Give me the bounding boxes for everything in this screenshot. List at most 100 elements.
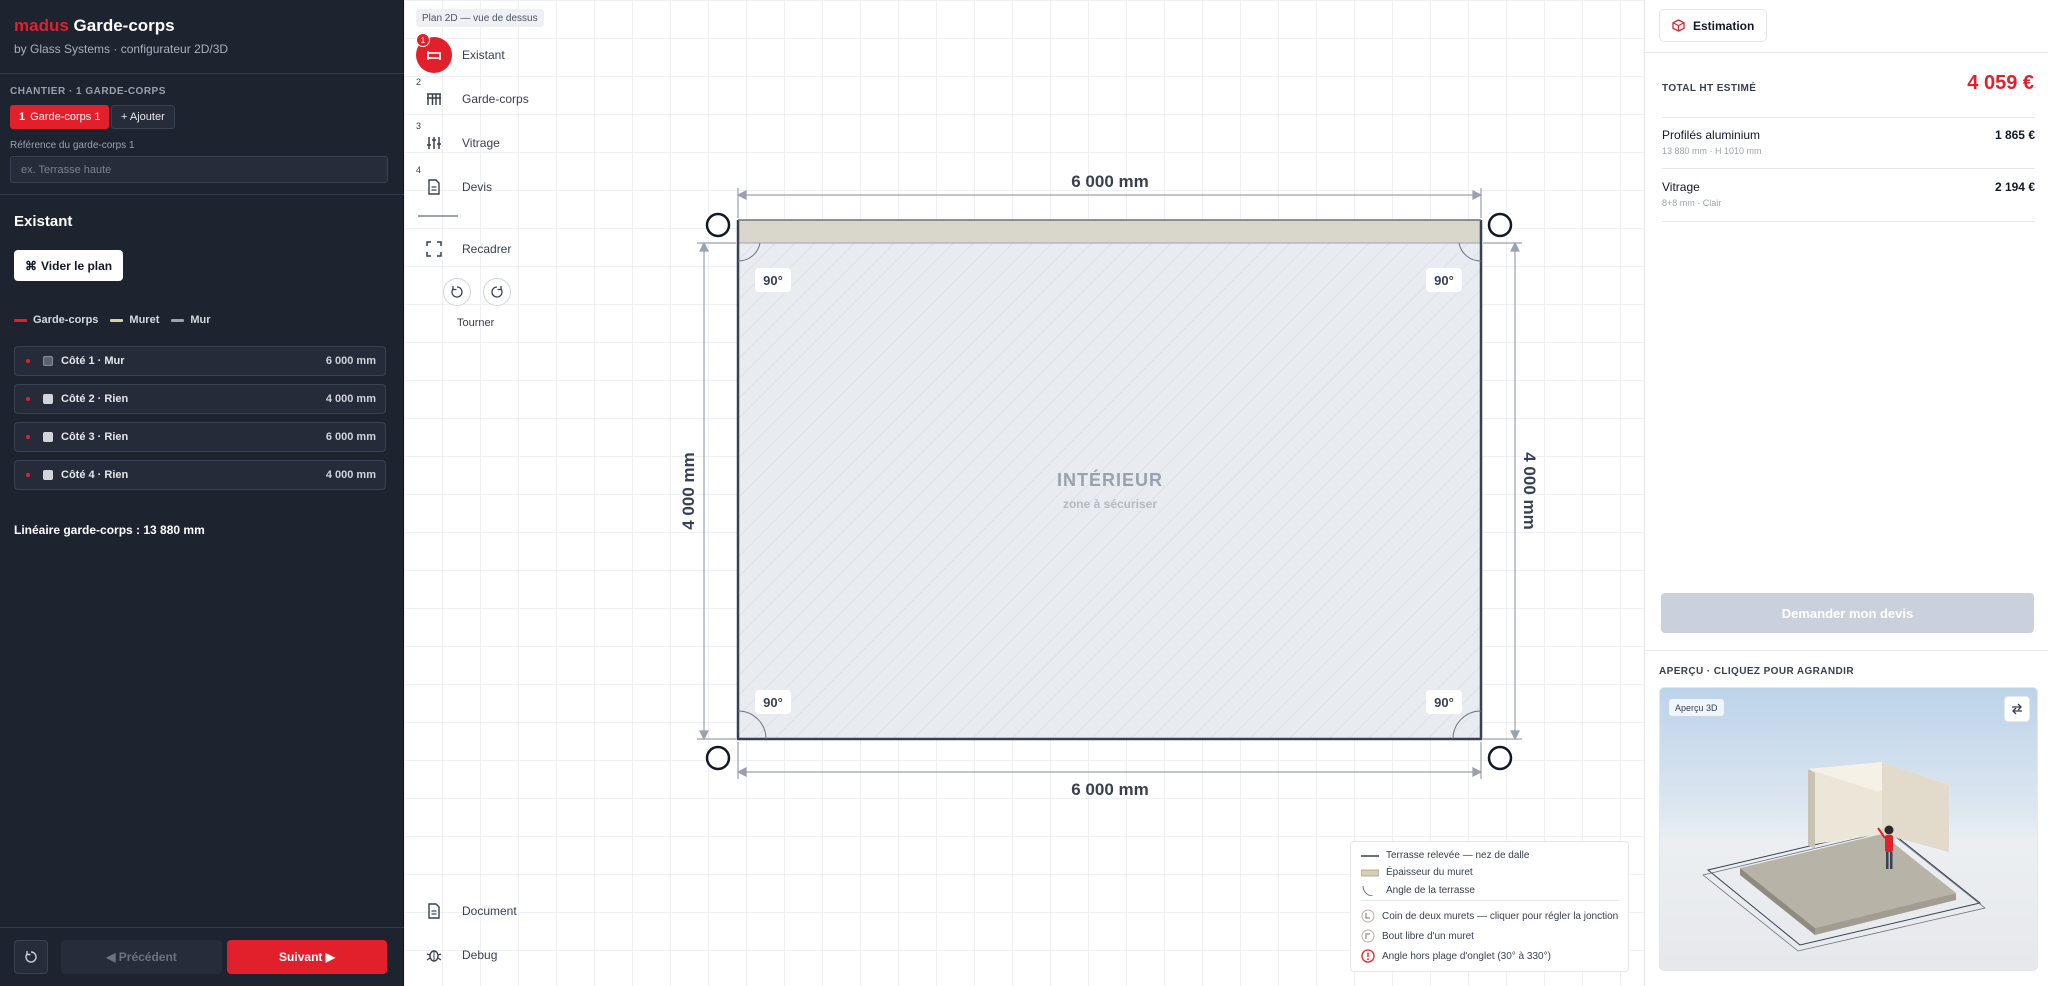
brand-logo-text: madus: [14, 16, 69, 35]
step-existant[interactable]: 1 Existant: [416, 33, 505, 73]
line-item-price: 2 194 €: [1994, 180, 2035, 194]
fit-view-icon: [426, 241, 442, 257]
legend-text: Terrasse relevée — nez de dalle: [1386, 850, 1530, 861]
interior-label: INTÉRIEUR: [1057, 469, 1163, 490]
step-number: 2: [416, 77, 422, 87]
side-row-3[interactable]: Côté 3 · Rien 6 000 mm: [14, 422, 386, 452]
preview-badge: Aperçu 3D: [1669, 699, 1724, 716]
legend-label: Muret: [129, 314, 160, 326]
side-dot: [26, 473, 30, 477]
dimension-right: 4 000 mm: [1520, 452, 1539, 530]
preview-3d-scene: [1702, 762, 1986, 952]
step-garde-corps[interactable]: 2 Garde-corps: [416, 77, 529, 117]
clear-plan-button[interactable]: ⌘ Vider le plan: [14, 250, 124, 281]
side-type-checkbox[interactable]: [43, 470, 53, 480]
side-length: 6 000 mm: [325, 431, 376, 443]
angle-badge-top-left[interactable]: 90°: [755, 268, 791, 292]
add-garde-corps-button[interactable]: + Ajouter: [111, 105, 175, 129]
angle-badge-top-right[interactable]: 90°: [1426, 268, 1462, 292]
step-number: 3: [416, 121, 422, 131]
line-item-name: Profilés aluminium: [1662, 128, 1761, 142]
step-vitrage[interactable]: 3 Vitrage: [416, 121, 500, 161]
reference-input[interactable]: [10, 156, 388, 183]
document-button[interactable]: Document: [416, 893, 517, 929]
side-length: 6 000 mm: [325, 355, 376, 367]
line-item-detail: 8+8 mm · Clair: [1662, 198, 1722, 208]
step-label: Devis: [462, 180, 493, 194]
reset-button[interactable]: [14, 940, 48, 974]
next-button[interactable]: Suivant ▶: [227, 940, 387, 974]
expand-preview-button[interactable]: [2004, 696, 2030, 722]
legend-row: Angle hors plage d'onglet (30° à 330°): [1361, 949, 1551, 963]
chip-number: 1: [19, 111, 26, 123]
previous-button[interactable]: ◀ Précédent: [61, 940, 222, 974]
divider: [0, 194, 404, 195]
rotate-right-button[interactable]: [483, 278, 511, 306]
legend-swatch: [171, 318, 185, 322]
legend-garde-corps: Garde-corps: [14, 314, 98, 326]
line-item-price: 1 865 €: [1994, 128, 2035, 142]
view-mode-tag: Plan 2D — vue de dessus: [416, 9, 544, 27]
side-row-2[interactable]: Côté 2 · Rien 4 000 mm: [14, 384, 386, 414]
legend-muret: Muret: [110, 314, 159, 326]
corner-handle-4[interactable]: [1487, 745, 1513, 771]
clear-icon: ⌘: [25, 258, 37, 273]
step-circle: [416, 231, 452, 267]
section-title: Existant: [14, 213, 73, 230]
legend-row: Bout libre d'un muret: [1361, 929, 1474, 943]
side-type-checkbox[interactable]: [43, 394, 53, 404]
step-circle: 1: [416, 33, 452, 73]
left-sidebar: madus Garde-corps by Glass Systems · con…: [0, 0, 404, 986]
box-icon: [1672, 19, 1685, 32]
recadrer-button[interactable]: Recadrer: [416, 231, 511, 267]
side-type-checkbox[interactable]: [43, 356, 53, 366]
corner-handle-2[interactable]: [1487, 212, 1513, 238]
preview-3d[interactable]: Aperçu 3D: [1659, 687, 2038, 971]
angle-value: 90°: [763, 695, 783, 710]
rotate-left-icon: [451, 286, 463, 298]
total-label: TOTAL HT ESTIMÉ: [1662, 83, 1757, 94]
reset-icon: [25, 951, 37, 963]
side-name: Côté 4 · Rien: [61, 469, 129, 481]
brand-subtitle: by Glass Systems · configurateur 2D/3D: [14, 42, 229, 56]
plan-canvas[interactable]: 6 000 mm 6 000 mm 4 000 mm 4 000 mm INTÉ…: [404, 0, 1644, 986]
line-item-profiles: Profilés aluminium 13 880 mm · H 1010 mm…: [1662, 128, 2035, 156]
garde-corps-chip-1[interactable]: 1 Garde-corps 1: [10, 105, 110, 129]
plan-drawing[interactable]: 6 000 mm 6 000 mm 4 000 mm 4 000 mm INTÉ…: [404, 0, 1644, 986]
divider: [1645, 52, 2048, 53]
side-row-1[interactable]: Côté 1 · Mur 6 000 mm: [14, 346, 386, 376]
corner-handle-3[interactable]: [705, 745, 731, 771]
terrace-area[interactable]: [738, 243, 1481, 739]
step-label: Existant: [462, 48, 505, 62]
dimension-bottom: 6 000 mm: [1071, 780, 1149, 799]
request-quote-button[interactable]: Demander mon devis: [1661, 593, 2034, 633]
angle-badge-bottom-right[interactable]: 90°: [1426, 690, 1462, 714]
chantier-label: CHANTIER · 1 GARDE-CORPS: [10, 86, 166, 97]
step-number: 4: [416, 165, 422, 175]
chip-label: Garde-corps 1: [30, 111, 101, 123]
line-item-detail: 13 880 mm · H 1010 mm: [1662, 146, 1762, 156]
side-row-4[interactable]: Côté 4 · Rien 4 000 mm: [14, 460, 386, 490]
app-title: Garde-corps: [73, 16, 175, 35]
sliders-icon: [427, 137, 441, 149]
wall-side-1[interactable]: [737, 219, 1482, 244]
debug-button[interactable]: Debug: [416, 937, 497, 973]
step-devis[interactable]: 4 Devis: [416, 165, 493, 205]
dimension-top: 6 000 mm: [1071, 172, 1149, 191]
angle-badge-bottom-left[interactable]: 90°: [755, 690, 791, 714]
dimension-left: 4 000 mm: [679, 452, 698, 530]
estimation-tab-label: Estimation: [1693, 18, 1755, 33]
legend-text: Épaisseur du muret: [1386, 867, 1473, 878]
corner-handle-1[interactable]: [705, 212, 731, 238]
rotate-right-icon: [491, 286, 503, 298]
legend-swatch: [14, 318, 27, 322]
step-circle: 2: [416, 77, 452, 117]
step-circle: 3: [416, 121, 452, 161]
legend-text: Bout libre d'un muret: [1382, 930, 1474, 942]
estimation-tab[interactable]: Estimation: [1659, 9, 1768, 42]
existant-icon: [427, 51, 441, 60]
plan-legend: Terrasse relevée — nez de dalle Épaisseu…: [1350, 841, 1629, 972]
side-dot: [26, 359, 30, 363]
rotate-left-button[interactable]: [443, 278, 471, 306]
side-type-checkbox[interactable]: [43, 432, 53, 442]
